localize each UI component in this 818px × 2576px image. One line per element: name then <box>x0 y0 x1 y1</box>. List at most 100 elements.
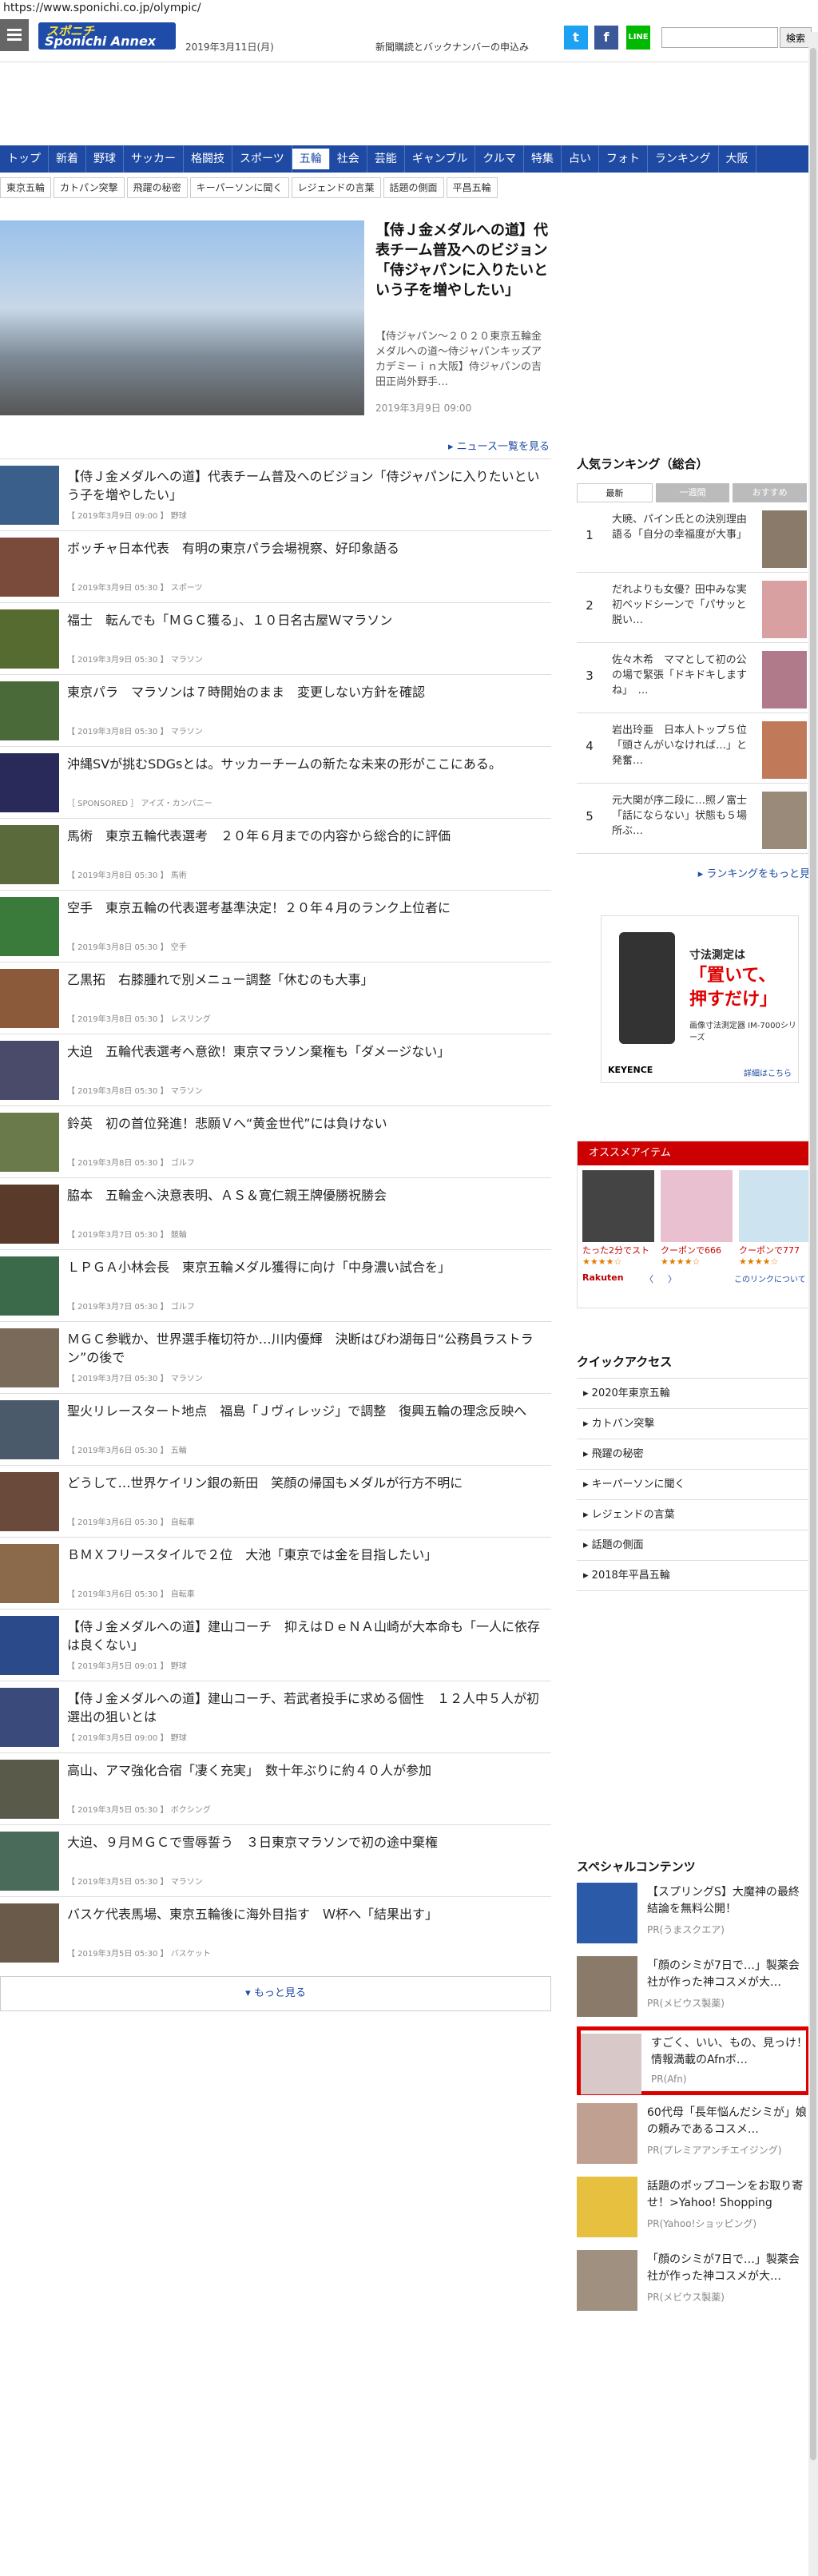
recommend-item-image[interactable] <box>582 1170 654 1242</box>
ranking-item[interactable]: 4 岩出玲亜 日本人トップ５位「頭さんがいなければ…」と発奮… <box>577 713 810 784</box>
recommend-item[interactable]: クーポンで777 ★★★★☆ <box>739 1170 811 1267</box>
news-thumbnail[interactable] <box>0 1760 59 1819</box>
special-thumbnail[interactable] <box>577 2250 637 2311</box>
nav-item-11[interactable]: 特集 <box>524 145 562 173</box>
news-item[interactable]: 脇本 五輪金へ決意表明、ＡＳ＆寛仁親王牌優勝祝勝会【 2019年3月7日 05:… <box>0 1177 551 1249</box>
news-thumbnail[interactable] <box>0 1113 59 1172</box>
news-item[interactable]: 聖火リレースタート地点 福島「Ｊヴィレッジ」で調整 復興五輪の理念反映へ【 20… <box>0 1393 551 1465</box>
ranking-item[interactable]: 3 佐々木希 ママとして初の公の場で緊張「ドキドキしますね」 … <box>577 643 810 713</box>
news-thumbnail[interactable] <box>0 825 59 884</box>
ranking-title-text[interactable]: 岩出玲亜 日本人トップ５位「頭さんがいなければ…」と発奮… <box>612 723 752 768</box>
news-title[interactable]: 大迫 五輪代表選考へ意欲！東京マラソン棄権も「ダメージない」 <box>67 1042 546 1061</box>
recommend-item[interactable]: クーポンで666 ★★★★☆ <box>661 1170 733 1267</box>
ranking-item[interactable]: 5 元大関が序二段に…照ノ富士「話にならない」状態も５場所ぶ… <box>577 784 810 854</box>
nav-item-7[interactable]: 社会 <box>330 145 367 173</box>
news-thumbnail[interactable] <box>0 897 59 956</box>
ranking-tab-2[interactable]: おすすめ <box>733 483 808 502</box>
quick-access-item[interactable]: ▸ 2018年平昌五輪 <box>577 1561 810 1591</box>
news-title[interactable]: 【侍Ｊ金メダルへの道】代表チーム普及へのビジョン「侍ジャパンに入りたいという子を… <box>67 467 546 504</box>
nav-item-3[interactable]: サッカー <box>124 145 184 173</box>
quick-access-item[interactable]: ▸ レジェンドの言葉 <box>577 1500 810 1530</box>
news-title[interactable]: 脇本 五輪金へ決意表明、ＡＳ＆寛仁親王牌優勝祝勝会 <box>67 1186 546 1205</box>
search-input[interactable] <box>661 27 778 48</box>
search-button[interactable]: 検索 <box>780 27 812 48</box>
recommend-item-label[interactable]: たった2分でスト <box>582 1244 654 1256</box>
news-title[interactable]: 大迫、９月ＭＧＣで雪辱誓う ３日東京マラソンで初の途中棄権 <box>67 1833 546 1852</box>
special-title-text[interactable]: 話題のポップコーンをお取り寄せ！>Yahoo! Shopping <box>647 2178 807 2212</box>
ad-about-link[interactable]: このリンクについて <box>734 1272 806 1284</box>
news-thumbnail[interactable] <box>0 466 59 525</box>
quick-access-item[interactable]: ▸ カトパン突撃 <box>577 1409 810 1439</box>
news-item[interactable]: 東京パラ マラソンは７時開始のまま 変更しない方針を確認【 2019年3月8日 … <box>0 674 551 746</box>
news-thumbnail[interactable] <box>0 1903 59 1963</box>
news-item[interactable]: 【侍Ｊ金メダルへの道】建山コーチ、若武者投手に求める個性 １２人中５人が初選出の… <box>0 1681 551 1752</box>
news-title[interactable]: 高山、アマ強化合宿「凄く充実」 数十年ぶりに約４０人が参加 <box>67 1761 546 1780</box>
news-item[interactable]: 馬術 東京五輪代表選考 ２０年６月までの内容から総合的に評価【 2019年3月8… <box>0 818 551 890</box>
news-thumbnail[interactable] <box>0 969 59 1028</box>
rakuten-logo[interactable]: Rakuten <box>582 1272 624 1283</box>
recommend-item-image[interactable] <box>739 1170 811 1242</box>
news-list-link[interactable]: ▸ ニュース一覧を見る <box>448 438 550 453</box>
special-title-text[interactable]: 「顔のシミが7日で…」製薬会社が作った神コスメが大… <box>647 1958 807 1991</box>
ranking-item[interactable]: 2 だれよりも女優？田中みな実 初ベッドシーンで「パサッと脱い… <box>577 573 810 643</box>
hero-article[interactable]: 【侍Ｊ金メダルへの道】代表チーム普及へのビジョン「侍ジャパンに入りたいという子を… <box>0 220 551 415</box>
news-thumbnail[interactable] <box>0 1185 59 1244</box>
news-title[interactable]: 乙黒拓 右膝腫れで別メニュー調整「休むのも大事」 <box>67 970 546 989</box>
news-item[interactable]: どうして…世界ケイリン銀の新田 笑顔の帰国もメダルが行方不明に【 2019年3月… <box>0 1465 551 1537</box>
subnav-item-5[interactable]: 話題の側面 <box>383 177 444 198</box>
news-item[interactable]: 沖縄SVが挑むSDGsとは。サッカーチームの新たな未来の形がここにある。 ［ SP… <box>0 746 551 818</box>
special-item[interactable]: 【スプリングS】大魔神の最終結論を無料公開！ PR(うまスクエア) <box>577 1879 810 1948</box>
news-title[interactable]: ＬＰＧＡ小林会長 東京五輪メダル獲得に向け「中身濃い試合を」 <box>67 1258 546 1276</box>
ranking-tab-1[interactable]: 一週間 <box>655 483 730 502</box>
special-title-text[interactable]: 「顔のシミが7日で…」製薬会社が作った神コスメが大… <box>647 2252 807 2285</box>
ranking-thumbnail[interactable] <box>762 792 807 849</box>
special-thumbnail[interactable] <box>577 1956 637 2017</box>
ranking-title-text[interactable]: だれよりも女優？田中みな実 初ベッドシーンで「パサッと脱い… <box>612 582 757 628</box>
recommend-item-label[interactable]: クーポンで666 <box>661 1244 733 1256</box>
scrollbar-thumb[interactable] <box>810 48 816 2460</box>
special-thumbnail[interactable] <box>577 2103 637 2164</box>
nav-item-12[interactable]: 占い <box>562 145 599 173</box>
news-thumbnail[interactable] <box>0 1400 59 1459</box>
ranking-thumbnail[interactable] <box>762 581 807 638</box>
nav-item-5[interactable]: スポーツ <box>232 145 292 173</box>
special-thumbnail[interactable] <box>577 2177 637 2237</box>
news-title[interactable]: ＢＭＸフリースタイルで２位 大池「東京では金を目指したい」 <box>67 1546 546 1564</box>
news-title[interactable]: 沖縄SVが挑むSDGsとは。サッカーチームの新たな未来の形がここにある。 <box>67 755 546 773</box>
news-title[interactable]: 福士 転んでも「ＭＧＣ獲る」、１０日名古屋Ｗマラソン <box>67 611 546 629</box>
news-title[interactable]: 【侍Ｊ金メダルへの道】建山コーチ 抑えはＤｅＮＡ山崎が大本命も「一人に依存は良く… <box>67 1617 546 1654</box>
news-item[interactable]: 【侍Ｊ金メダルへの道】代表チーム普及へのビジョン「侍ジャパンに入りたいという子を… <box>0 458 551 530</box>
news-thumbnail[interactable] <box>0 609 59 669</box>
news-title[interactable]: 馬術 東京五輪代表選考 ２０年６月までの内容から総合的に評価 <box>67 827 546 845</box>
subnav-item-2[interactable]: 飛躍の秘密 <box>126 177 188 198</box>
news-title[interactable]: バスケ代表馬場、東京五輪後に海外目指す Ｗ杯へ「結果出す」 <box>67 1905 546 1923</box>
news-title[interactable]: 東京パラ マラソンは７時開始のまま 変更しない方針を確認 <box>67 683 546 701</box>
special-item[interactable]: 「顔のシミが7日で…」製薬会社が作った神コスメが大… PR(メビウス製薬) <box>577 2247 810 2316</box>
ranking-title-text[interactable]: 佐々木希 ママとして初の公の場で緊張「ドキドキしますね」 … <box>612 653 752 698</box>
news-thumbnail[interactable] <box>0 1688 59 1747</box>
news-item[interactable]: 【侍Ｊ金メダルへの道】建山コーチ 抑えはＤｅＮＡ山崎が大本命も「一人に依存は良く… <box>0 1609 551 1681</box>
nav-item-8[interactable]: 芸能 <box>367 145 405 173</box>
special-title-text[interactable]: 60代母「長年悩んだシミが」娘の頼みであるコスメ… <box>647 2105 807 2138</box>
hero-title[interactable]: 【侍Ｊ金メダルへの道】代表チーム普及へのビジョン「侍ジャパンに入りたいという子を… <box>375 220 551 300</box>
news-item[interactable]: 乙黒拓 右膝腫れで別メニュー調整「休むのも大事」【 2019年3月8日 05:3… <box>0 962 551 1034</box>
news-item[interactable]: 鈴英 初の首位発進！悲願Ｖへ“黄金世代”には負けない【 2019年3月8日 05… <box>0 1105 551 1177</box>
nav-item-9[interactable]: ギャンブル <box>405 145 476 173</box>
news-title[interactable]: 【侍Ｊ金メダルへの道】建山コーチ、若武者投手に求める個性 １２人中５人が初選出の… <box>67 1689 546 1726</box>
facebook-icon[interactable]: f <box>594 26 618 50</box>
ranking-thumbnail[interactable] <box>762 510 807 568</box>
scrollbar[interactable] <box>808 32 818 2576</box>
news-title[interactable]: 鈴英 初の首位発進！悲願Ｖへ“黄金世代”には負けない <box>67 1114 546 1133</box>
subnav-item-1[interactable]: カトパン突撃 <box>54 177 125 198</box>
subnav-item-3[interactable]: キーパーソンに聞く <box>189 177 289 198</box>
nav-item-4[interactable]: 格闘技 <box>184 145 232 173</box>
quick-access-item[interactable]: ▸ 話題の側面 <box>577 1530 810 1561</box>
nav-item-6[interactable]: 五輪 <box>292 149 330 169</box>
news-thumbnail[interactable] <box>0 1256 59 1316</box>
nav-item-0[interactable]: トップ <box>0 145 49 173</box>
news-title[interactable]: 聖火リレースタート地点 福島「Ｊヴィレッジ」で調整 復興五輪の理念反映へ <box>67 1402 546 1420</box>
quick-access-item[interactable]: ▸ キーパーソンに聞く <box>577 1470 810 1500</box>
news-thumbnail[interactable] <box>0 1832 59 1891</box>
special-title-text[interactable]: 【スプリングS】大魔神の最終結論を無料公開！ <box>647 1884 807 1918</box>
nav-item-10[interactable]: クルマ <box>475 145 524 173</box>
